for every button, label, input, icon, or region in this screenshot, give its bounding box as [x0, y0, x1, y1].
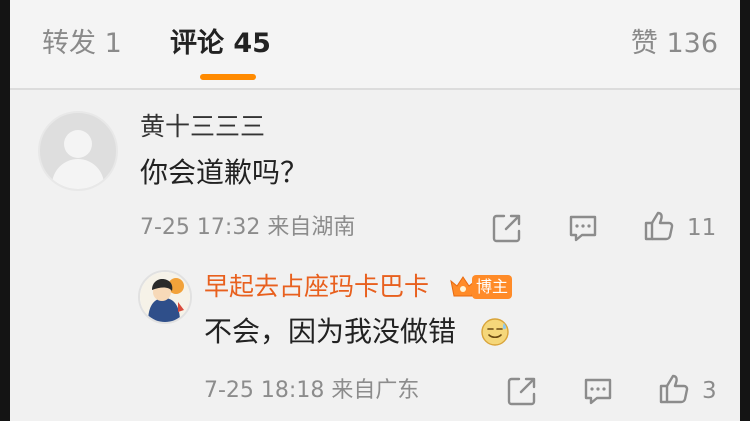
share-icon[interactable]: [505, 374, 539, 408]
comment-icon[interactable]: [566, 211, 600, 245]
comment-meta: 7-25 17:32 来自湖南: [140, 215, 356, 240]
tab-divider: [10, 88, 740, 90]
screenshot-frame: 转发 1 评论 45 赞 136 黄十三三三 你会道歉吗？ 7-25 17:32…: [0, 0, 750, 421]
author-badge: 博主: [448, 270, 540, 304]
like-count: 11: [687, 215, 717, 241]
reply-author[interactable]: 早起去占座玛卡巴卡: [204, 272, 429, 302]
default-avatar-body-icon: [52, 159, 104, 189]
like-count: 3: [702, 378, 717, 404]
sweat-smile-emoji-icon: [481, 318, 509, 346]
avatar[interactable]: [138, 270, 192, 324]
avatar[interactable]: [38, 111, 118, 191]
comments-panel: 转发 1 评论 45 赞 136 黄十三三三 你会道歉吗？ 7-25 17:32…: [10, 0, 740, 421]
comment-author[interactable]: 黄十三三三: [140, 112, 265, 142]
default-avatar-head-icon: [64, 130, 92, 158]
comment-icon[interactable]: [581, 374, 615, 408]
comment-text: 你会道歉吗？: [140, 156, 309, 189]
share-icon[interactable]: [490, 211, 524, 245]
left-border: [0, 0, 10, 421]
badge-label: 博主: [472, 275, 512, 299]
thumbs-up-icon[interactable]: [642, 209, 676, 243]
reply-meta: 7-25 18:18 来自广东: [204, 378, 420, 403]
tab-likes[interactable]: 赞 136: [631, 26, 718, 62]
tab-forward[interactable]: 转发 1: [42, 26, 122, 62]
right-border: [740, 0, 750, 421]
cartoon-avatar-icon: [140, 272, 190, 322]
tab-bar: 转发 1 评论 45 赞 136: [10, 0, 740, 88]
thumbs-up-icon[interactable]: [657, 372, 691, 406]
tab-comments[interactable]: 评论 45: [170, 26, 271, 62]
reply-text: 不会，因为我没做错: [204, 315, 457, 348]
active-tab-indicator: [200, 74, 256, 80]
